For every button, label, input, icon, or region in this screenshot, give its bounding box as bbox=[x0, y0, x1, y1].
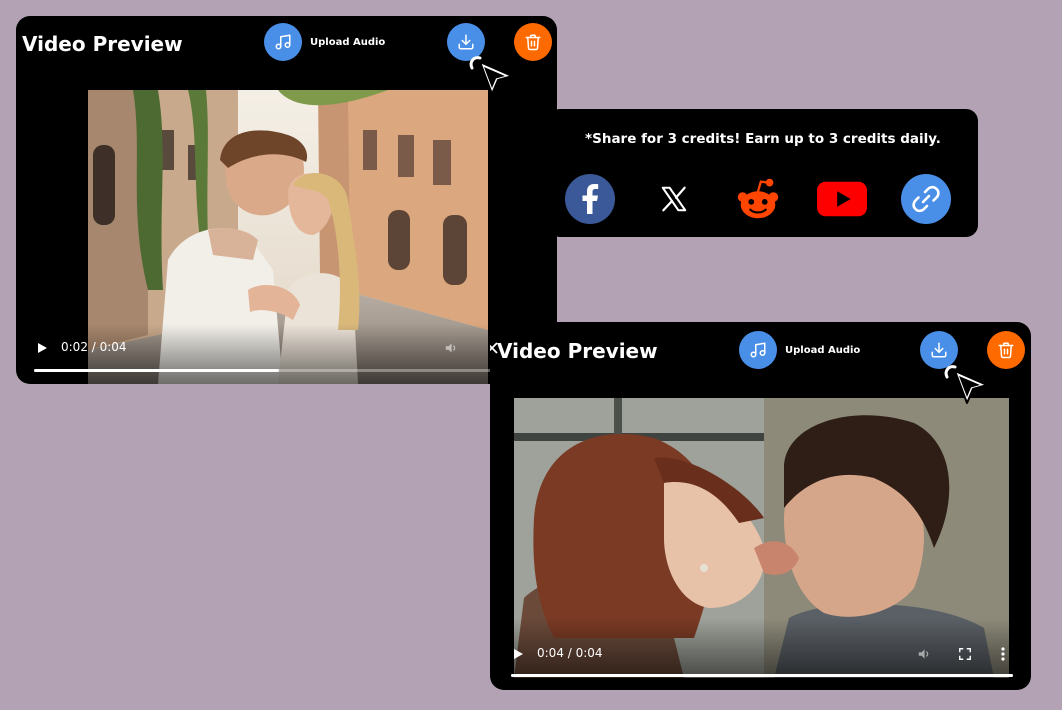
delete-button[interactable] bbox=[514, 23, 552, 61]
video-controls bbox=[88, 324, 488, 384]
music-note-icon bbox=[750, 342, 766, 358]
page-title: Video Preview bbox=[497, 339, 658, 363]
download-icon bbox=[458, 34, 474, 50]
share-panel: *Share for 3 credits! Earn up to 3 credi… bbox=[548, 109, 978, 237]
share-x-button[interactable] bbox=[649, 174, 699, 224]
copy-link-button[interactable] bbox=[901, 174, 951, 224]
more-options-icon[interactable] bbox=[1000, 647, 1006, 661]
x-icon bbox=[661, 186, 687, 212]
share-facebook-button[interactable] bbox=[565, 174, 615, 224]
volume-icon[interactable] bbox=[444, 341, 458, 355]
play-icon[interactable] bbox=[514, 649, 523, 659]
cursor-pointer-icon bbox=[469, 56, 513, 95]
page-title: Video Preview bbox=[22, 32, 183, 56]
video-progress-fill bbox=[511, 674, 1013, 677]
upload-audio-button[interactable] bbox=[264, 23, 302, 61]
upload-audio-button[interactable] bbox=[739, 331, 777, 369]
delete-button[interactable] bbox=[987, 331, 1025, 369]
download-icon bbox=[931, 342, 947, 358]
upload-audio-label[interactable]: Upload Audio bbox=[785, 345, 860, 356]
video-progress-bar[interactable] bbox=[511, 674, 1013, 677]
video-time: 0:02 / 0:04 bbox=[61, 340, 127, 354]
video-progress-bar[interactable] bbox=[34, 369, 524, 372]
volume-icon[interactable] bbox=[917, 647, 931, 661]
video-progress-fill bbox=[34, 369, 279, 372]
play-icon[interactable] bbox=[38, 343, 47, 353]
video-time: 0:04 / 0:04 bbox=[537, 646, 603, 660]
upload-audio-label[interactable]: Upload Audio bbox=[310, 37, 385, 48]
link-icon bbox=[901, 174, 951, 224]
share-reddit-button[interactable] bbox=[733, 174, 783, 224]
music-note-icon bbox=[275, 34, 291, 50]
video-player[interactable] bbox=[88, 90, 488, 384]
facebook-icon bbox=[565, 174, 615, 224]
fullscreen-icon[interactable] bbox=[958, 647, 972, 661]
share-message: *Share for 3 credits! Earn up to 3 credi… bbox=[585, 131, 941, 147]
youtube-icon bbox=[817, 181, 867, 217]
cursor-pointer-icon bbox=[944, 365, 988, 404]
video-player[interactable] bbox=[514, 398, 1009, 678]
trash-icon bbox=[525, 34, 541, 51]
trash-icon bbox=[998, 342, 1014, 359]
reddit-icon bbox=[737, 178, 779, 219]
share-youtube-button[interactable] bbox=[817, 174, 867, 224]
